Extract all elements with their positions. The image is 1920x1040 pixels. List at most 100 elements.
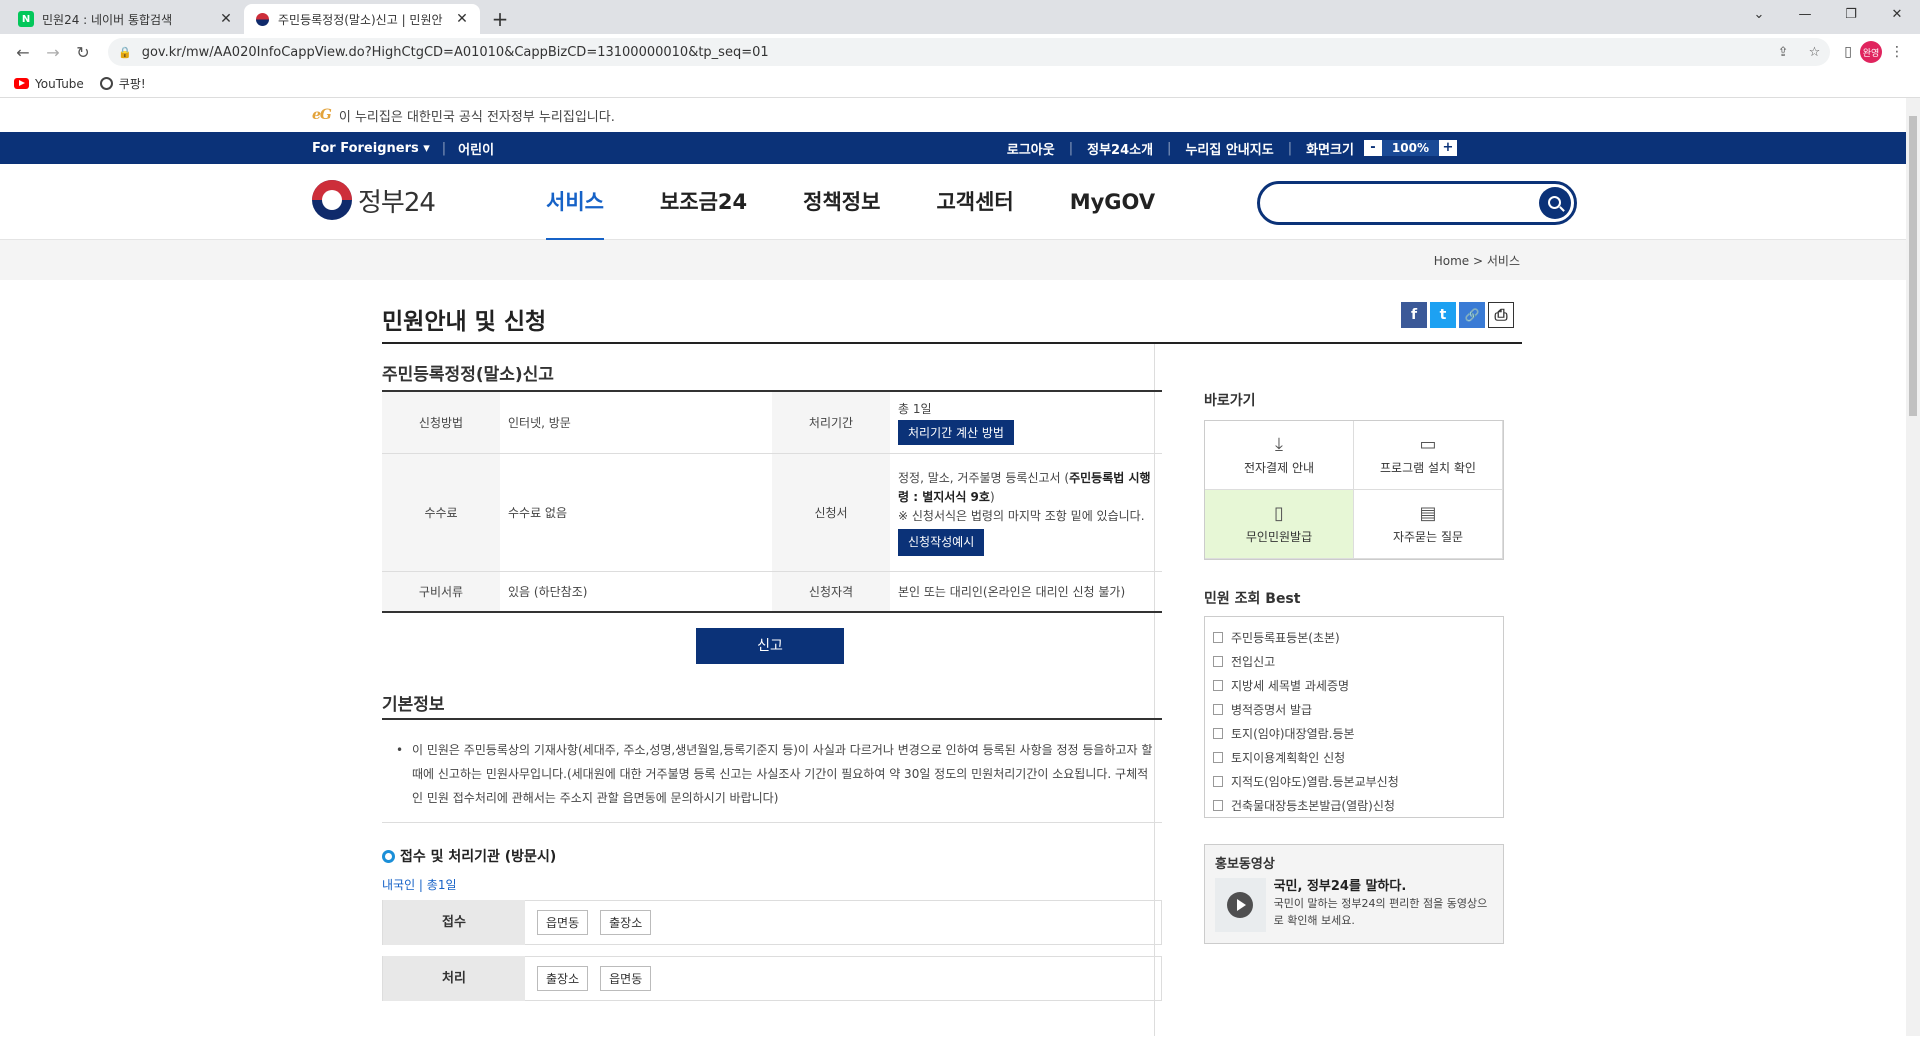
reload-button[interactable]: ↻ (68, 37, 98, 67)
play-icon (1227, 892, 1254, 918)
period-calc-button[interactable]: 처리기간 계산 방법 (898, 420, 1014, 445)
tab-title: 주민등록정정(말소)신고 | 민원안 (278, 12, 443, 27)
address-bar[interactable]: 🔒 gov.kr/mw/AA020InfoCappView.do?HighCtg… (108, 38, 1831, 66)
lock-icon[interactable]: 🔒 (118, 46, 132, 59)
top-utility-bar: For Foreigners ▾ | 어린이 로그아웃 | 정부24소개 | 누… (0, 132, 1920, 164)
minimize-button[interactable]: — (1782, 0, 1828, 30)
site-header: 정부24 서비스 보조금24 정책정보 고객센터 MyGOV (0, 164, 1920, 242)
list-item[interactable]: 토지(임야)대장열람.등본 (1213, 721, 1503, 745)
tab-search-icon[interactable]: ⌄ (1736, 0, 1782, 30)
logout-link[interactable]: 로그아웃 (1007, 139, 1055, 158)
breadcrumb-separator: > (1472, 254, 1484, 268)
twitter-icon[interactable]: t (1430, 302, 1456, 328)
fee-value: 수수료 없음 (500, 453, 772, 572)
form-example-button[interactable]: 신청작성예시 (898, 529, 985, 556)
egov-logo: eG (312, 107, 332, 123)
about-link[interactable]: 정부24소개 (1087, 139, 1153, 158)
close-window-button[interactable]: ✕ (1874, 0, 1920, 30)
basic-bottom-divider (382, 822, 1162, 823)
agency-note[interactable]: 내국인 | 총1일 (382, 876, 457, 893)
search-button[interactable] (1539, 187, 1571, 219)
form-note: ※ 신청서식은 법령의 마지막 조항 밑에 있습니다. (898, 509, 1145, 523)
receive-chip[interactable]: 읍면동 (537, 910, 589, 935)
breadcrumb-bar: Home > 서비스 (0, 240, 1920, 280)
qualification-label: 신청자격 (772, 571, 890, 612)
sitemap-link[interactable]: 누리집 안내지도 (1185, 139, 1273, 158)
close-tab-icon[interactable]: ✕ (218, 11, 234, 27)
period-label: 처리기간 (772, 391, 890, 454)
agency-heading: 접수 및 처리기관 (방문시) (382, 846, 556, 866)
bookmark-star-icon[interactable]: ☆ (1809, 45, 1821, 60)
maximize-button[interactable]: ❐ (1828, 0, 1874, 30)
facebook-icon[interactable]: f (1401, 302, 1427, 328)
process-chip[interactable]: 출장소 (537, 966, 589, 991)
bookmark-label: YouTube (35, 76, 84, 91)
zoom-in-button[interactable]: + (1439, 140, 1457, 156)
bookmark-coupang[interactable]: 쿠팡! (99, 75, 146, 92)
video-thumbnail[interactable] (1215, 878, 1266, 932)
scrollbar-thumb[interactable] (1909, 116, 1917, 416)
list-item[interactable]: 지적도(임야도)열람.등본교부신청 (1213, 769, 1503, 793)
profile-avatar[interactable]: 완영 (1860, 41, 1882, 63)
new-tab-button[interactable]: + (486, 5, 514, 33)
nav-mygov[interactable]: MyGOV (1070, 164, 1155, 240)
search-icon (1547, 195, 1561, 209)
close-tab-icon[interactable]: ✕ (454, 11, 470, 27)
browser-toolbar: ← → ↻ 🔒 gov.kr/mw/AA020InfoCappView.do?H… (0, 34, 1920, 70)
breadcrumb: Home > 서비스 (1434, 252, 1520, 269)
service-info-table: 신청방법 인터넷, 방문 처리기간 총 1일 처리기간 계산 방법 수수료 수수… (382, 390, 1162, 613)
monitor-icon: ▭ (1419, 434, 1437, 455)
back-button[interactable]: ← (8, 37, 38, 67)
period-cell: 총 1일 처리기간 계산 방법 (890, 391, 1162, 454)
quick-faq[interactable]: ▤ 자주묻는 질문 (1354, 490, 1503, 559)
browser-tab-gov24[interactable]: 주민등록정정(말소)신고 | 민원안 ✕ (244, 4, 480, 34)
quick-kiosk[interactable]: ▯ 무인민원발급 (1205, 490, 1354, 559)
bookmark-youtube[interactable]: YouTube (14, 77, 84, 91)
share-icon[interactable]: ⇪ (1778, 45, 1789, 60)
zoom-out-button[interactable]: - (1363, 140, 1382, 156)
video-headline[interactable]: 국민, 정부24를 말하다. (1274, 879, 1407, 894)
side-panel-icon[interactable]: ▯ (1844, 44, 1852, 60)
url-text[interactable]: gov.kr/mw/AA020InfoCappView.do?HighCtgCD… (142, 45, 1762, 60)
search-box (1257, 181, 1577, 225)
breadcrumb-home[interactable]: Home (1434, 254, 1469, 268)
service-title: 주민등록정정(말소)신고 (382, 365, 554, 385)
menu-icon[interactable]: ⋮ (1890, 44, 1904, 60)
nav-customer-center[interactable]: 고객센터 (936, 164, 1013, 240)
gov24-logo[interactable]: 정부24 (312, 180, 436, 220)
kids-link[interactable]: 어린이 (458, 139, 494, 158)
method-label: 신청방법 (382, 391, 500, 454)
breadcrumb-current[interactable]: 서비스 (1487, 254, 1520, 268)
form-text: ) (989, 490, 995, 504)
link-copy-icon[interactable]: 🔗 (1459, 302, 1485, 328)
basic-info-title: 기본정보 (382, 695, 445, 715)
list-item[interactable]: 병적증명서 발급 (1213, 697, 1503, 721)
apply-button[interactable]: 신고 (696, 628, 844, 664)
page: eG 이 누리집은 대한민국 공식 전자정부 누리집입니다. For Forei… (0, 98, 1920, 1036)
list-item[interactable]: 전입신고 (1213, 649, 1503, 673)
search-input[interactable] (1276, 184, 1536, 220)
list-item[interactable]: 건축물대장등초본발급(열람)신청 (1213, 793, 1503, 817)
quick-label: 전자결제 안내 (1243, 461, 1315, 475)
list-item[interactable]: 주민등록표등본(초본) (1213, 625, 1503, 649)
list-item[interactable]: 토지이용계획확인 신청 (1213, 745, 1503, 769)
print-icon[interactable]: ⎙ (1488, 302, 1514, 328)
table-row: 신청방법 인터넷, 방문 처리기간 총 1일 처리기간 계산 방법 (382, 391, 1162, 454)
process-chip[interactable]: 읍면동 (600, 966, 652, 991)
for-foreigners-link[interactable]: For Foreigners ▾ (312, 141, 430, 156)
quick-epayment[interactable]: ⤓ 전자결제 안내 (1205, 421, 1354, 490)
bookmarks-bar: YouTube 쿠팡! (0, 70, 1920, 98)
quick-program-check[interactable]: ▭ 프로그램 설치 확인 (1354, 421, 1503, 490)
chat-icon: ▤ (1419, 503, 1437, 524)
browser-tab-naver[interactable]: N 민원24 : 네이버 통합검색 ✕ (8, 4, 244, 34)
nav-policy[interactable]: 정책정보 (803, 164, 880, 240)
quick-links: ⤓ 전자결제 안내 ▭ 프로그램 설치 확인 ▯ 무인민원발급 ▤ 자주묻는 질문 (1204, 420, 1504, 560)
receive-chip[interactable]: 출장소 (600, 910, 652, 935)
youtube-icon (14, 78, 29, 89)
nav-services[interactable]: 서비스 (546, 164, 604, 242)
list-item[interactable]: 지방세 세목별 과세증명 (1213, 673, 1503, 697)
receive-row: 접수 읍면동 출장소 (382, 900, 1162, 945)
forward-button[interactable]: → (38, 37, 68, 67)
nav-subsidy[interactable]: 보조금24 (660, 164, 747, 240)
page-scrollbar[interactable] (1906, 98, 1920, 1036)
